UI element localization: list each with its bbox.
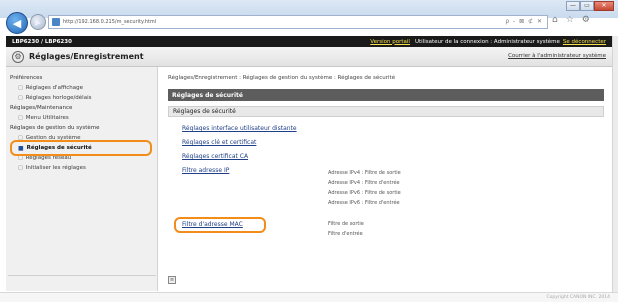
bullet-icon: □	[18, 135, 23, 141]
mac-filter-desc: Filtre d'entrée	[328, 231, 363, 237]
sidebar-section-title: Réglages de gestion du système	[10, 125, 100, 131]
sidebar-item-label: Menu Utilitaires	[25, 115, 69, 121]
mac-filter-link[interactable]: Filtre d'adresse MAC	[182, 221, 243, 228]
bullet-icon: □	[18, 95, 23, 101]
back-button[interactable]: ◀	[6, 12, 28, 34]
main-content: Réglages/Enregistrement : Réglages de ge…	[158, 67, 612, 291]
sidebar-item-reset-settings[interactable]: □ Initialiser les réglages	[6, 163, 157, 173]
address-bar[interactable]: http://192.168.0.215/m_security.html ρ -…	[48, 15, 548, 29]
mac-filter-row: Filtre d'adresse MAC	[168, 217, 268, 235]
site-icon	[52, 18, 60, 26]
arrow-left-icon: ◀	[12, 16, 22, 30]
sidebar-item-label: Gestion du système	[25, 135, 81, 141]
ca-certificate-link[interactable]: Réglages certificat CA	[182, 153, 248, 160]
minimize-button[interactable]: —	[566, 1, 580, 11]
breadcrumb: Réglages/Enregistrement : Réglages de ge…	[168, 75, 396, 81]
logout-link[interactable]: Se déconnecter	[563, 39, 606, 45]
sidebar-item-clock-settings[interactable]: □ Réglages horloge/délais	[6, 93, 157, 103]
close-window-button[interactable]: ✕	[594, 1, 614, 11]
sidebar-section-title: Préférences	[10, 75, 43, 81]
remote-ui-topbar: LBP6230 / LBP6230 Version portail Utilis…	[6, 36, 612, 47]
page-header: ⚙ Réglages/Enregistrement Courrier à l'a…	[6, 47, 612, 67]
sidebar-item-display-settings[interactable]: □ Réglages d'affichage	[6, 83, 157, 93]
sidebar-section-title: Réglages/Maintenance	[10, 105, 73, 111]
sidebar-item-label: Initialiser les réglages	[25, 165, 86, 171]
settings-icon[interactable]: ⚙	[582, 15, 590, 25]
copyright-text: Copyright CANON INC. 2014	[546, 295, 611, 300]
url-text: http://192.168.0.215/m_security.html	[63, 19, 157, 25]
sidebar-item-security-settings[interactable]: ■ Réglages de sécurité	[6, 140, 157, 156]
sidebar: Préférences □ Réglages d'affichage □ Rég…	[6, 67, 158, 291]
sidebar-item-label: Réglages réseau	[25, 155, 72, 161]
portal-link[interactable]: Version portail	[370, 39, 410, 45]
sidebar-item-label: Réglages d'affichage	[25, 85, 84, 91]
sidebar-footer	[8, 275, 156, 285]
gear-icon: ⚙	[12, 50, 24, 63]
remote-ui-settings-link[interactable]: Réglages interface utilisateur distante	[182, 125, 297, 132]
address-bar-tools[interactable]: ρ - ⊠ ⊄ ✕	[505, 18, 543, 25]
sidebar-item-utility-menu[interactable]: □ Menu Utilitaires	[6, 113, 157, 123]
page-scrollbar[interactable]	[612, 36, 618, 292]
bullet-icon: □	[18, 155, 23, 161]
ip-filter-desc: Adresse IPv4 : Filtre d'entrée	[328, 180, 400, 186]
favorites-icon[interactable]: ☆	[566, 15, 574, 25]
key-certificate-link[interactable]: Réglages clé et certificat	[182, 139, 256, 146]
security-links: Réglages interface utilisateur distante …	[168, 121, 604, 271]
page-title: Réglages/Enregistrement	[29, 52, 144, 61]
window-controls: — ▭ ✕	[566, 1, 614, 11]
maximize-button[interactable]: ▭	[580, 1, 594, 11]
ip-filter-desc: Adresse IPv6 : Filtre d'entrée	[328, 200, 400, 206]
mac-filter-desc: Filtre de sortie	[328, 221, 364, 227]
forward-button[interactable]: ▶	[30, 14, 46, 30]
bullet-icon: □	[18, 85, 23, 91]
ip-filter-desc: Adresse IPv6 : Filtre de sortie	[328, 190, 401, 196]
sidebar-item-network-settings[interactable]: □ Réglages réseau	[6, 153, 157, 163]
arrow-right-icon: ▶	[34, 17, 42, 27]
logged-in-user: Utilisateur de la connexion : Administra…	[414, 38, 560, 45]
bullet-icon: □	[18, 165, 23, 171]
ip-filter-desc: Adresse IPv4 : Filtre de sortie	[328, 170, 401, 176]
bullet-icon: □	[18, 115, 23, 121]
scroll-top-icon[interactable]: ≡	[168, 276, 176, 284]
panel-title: Réglages de sécurité	[168, 89, 604, 101]
mail-admin-link[interactable]: Courrier à l'administrateur système	[508, 53, 606, 59]
section-title: Réglages de sécurité	[168, 106, 604, 117]
sidebar-item-system-management[interactable]: □ Gestion du système	[6, 133, 157, 143]
bullet-icon: ■	[18, 144, 24, 152]
sidebar-item-label: Réglages horloge/délais	[25, 95, 92, 101]
sidebar-item-label: Réglages de sécurité	[26, 145, 92, 151]
status-bar: Copyright CANON INC. 2014	[0, 292, 618, 302]
home-icon[interactable]: ⌂	[552, 15, 558, 25]
ip-filter-link[interactable]: Filtre adresse IP	[182, 167, 229, 174]
printer-model: LBP6230 / LBP6230	[12, 38, 72, 45]
browser-toolbar-icons: ⌂ ☆ ⚙	[552, 15, 590, 25]
